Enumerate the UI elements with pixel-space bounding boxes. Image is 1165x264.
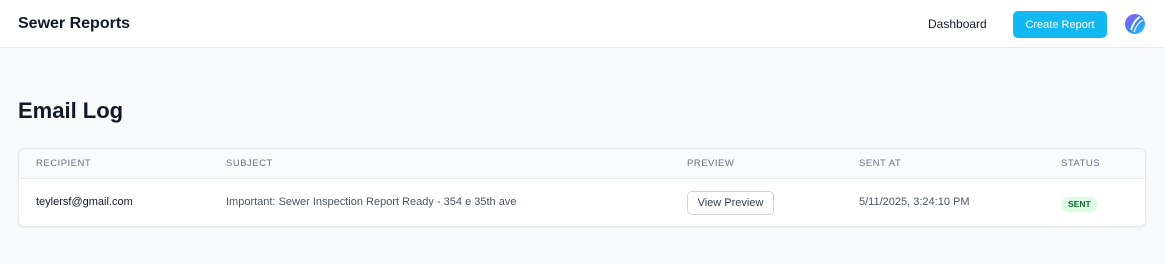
nav-dashboard-link[interactable]: Dashboard xyxy=(928,17,987,31)
column-header-sent-at: SENT AT xyxy=(859,158,902,169)
create-report-button[interactable]: Create Report xyxy=(1013,11,1107,38)
user-avatar-icon[interactable] xyxy=(1125,14,1145,34)
column-header-status: STATUS xyxy=(1061,158,1101,169)
column-header-recipient: RECIPIENT xyxy=(36,158,92,169)
column-header-preview: PREVIEW xyxy=(687,158,735,169)
top-navbar: Sewer Reports Dashboard Create Report xyxy=(0,0,1165,48)
email-log-table: RECIPIENT SUBJECT PREVIEW SENT AT STATUS… xyxy=(18,148,1146,227)
table-row: teylersf@gmail.com Important: Sewer Insp… xyxy=(19,179,1145,226)
table-header: RECIPIENT SUBJECT PREVIEW SENT AT STATUS xyxy=(19,149,1145,179)
recipient-cell: teylersf@gmail.com xyxy=(36,196,133,208)
sent-at-cell: 5/11/2025, 3:24:10 PM xyxy=(859,196,970,208)
brand-title[interactable]: Sewer Reports xyxy=(18,15,130,33)
view-preview-button[interactable]: View Preview xyxy=(687,191,774,215)
column-header-subject: SUBJECT xyxy=(226,158,273,169)
status-badge: SENT xyxy=(1061,197,1098,212)
page-title: Email Log xyxy=(18,98,124,123)
subject-cell: Important: Sewer Inspection Report Ready… xyxy=(226,196,517,208)
